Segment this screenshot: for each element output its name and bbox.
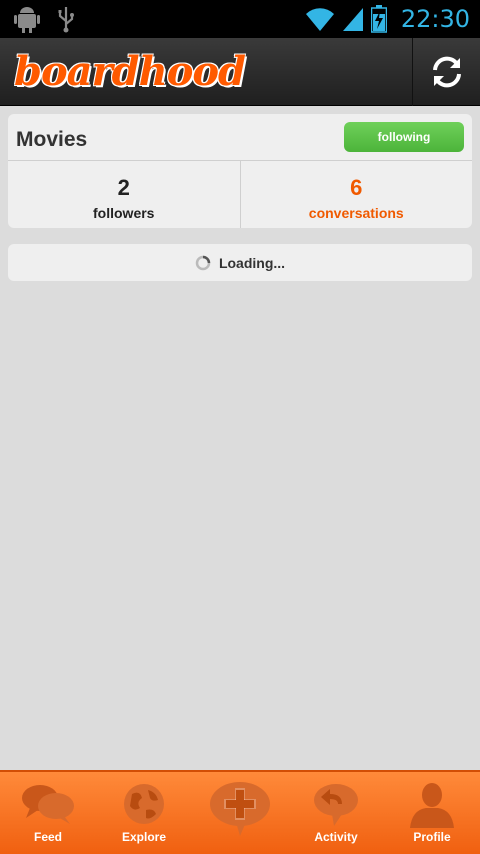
android-debug-icon	[14, 7, 40, 33]
refresh-icon	[432, 56, 461, 88]
nav-feed[interactable]: Feed	[0, 772, 96, 854]
loading-label: Loading...	[218, 254, 286, 271]
conversations-stat[interactable]: 6 conversations	[239, 161, 473, 228]
conversations-label: conversations	[308, 205, 404, 221]
topic-title: Movies	[16, 128, 88, 151]
followers-count: 2	[117, 175, 130, 200]
feed-icon	[22, 785, 74, 824]
nav-new-conversation[interactable]	[192, 772, 288, 854]
nav-feed-label: Feed	[33, 830, 62, 844]
followers-label: followers	[93, 205, 155, 221]
app-logo: boardhood	[14, 48, 246, 95]
activity-icon	[314, 784, 358, 826]
status-bar: 22:30	[0, 0, 480, 38]
profile-icon	[410, 783, 454, 828]
nav-activity[interactable]: Activity	[288, 772, 384, 854]
conversations-count: 6	[350, 175, 363, 200]
spinner-icon	[195, 255, 211, 270]
nav-profile[interactable]: Profile	[384, 772, 480, 854]
globe-icon	[124, 784, 164, 824]
loading-indicator: Loading...	[8, 244, 472, 281]
nav-explore[interactable]: Explore	[96, 772, 192, 854]
nav-explore-label: Explore	[121, 830, 166, 844]
action-bar: boardhood	[0, 38, 480, 106]
following-button[interactable]: following	[344, 122, 464, 152]
add-icon	[210, 782, 270, 836]
followers-stat[interactable]: 2 followers	[8, 161, 240, 228]
topic-card: Movies following 2 followers 6 conversat…	[8, 114, 472, 228]
nav-profile-label: Profile	[413, 830, 451, 844]
status-clock: 22:30	[400, 5, 470, 33]
signal-icon	[342, 8, 363, 31]
nav-activity-label: Activity	[314, 830, 358, 844]
refresh-button[interactable]	[412, 38, 480, 106]
battery-icon	[370, 5, 387, 33]
usb-icon	[58, 7, 74, 33]
wifi-icon	[305, 8, 334, 31]
topic-stats: 2 followers 6 conversations	[8, 160, 472, 228]
bottom-nav: Feed Explore Activity Profile	[0, 770, 480, 854]
